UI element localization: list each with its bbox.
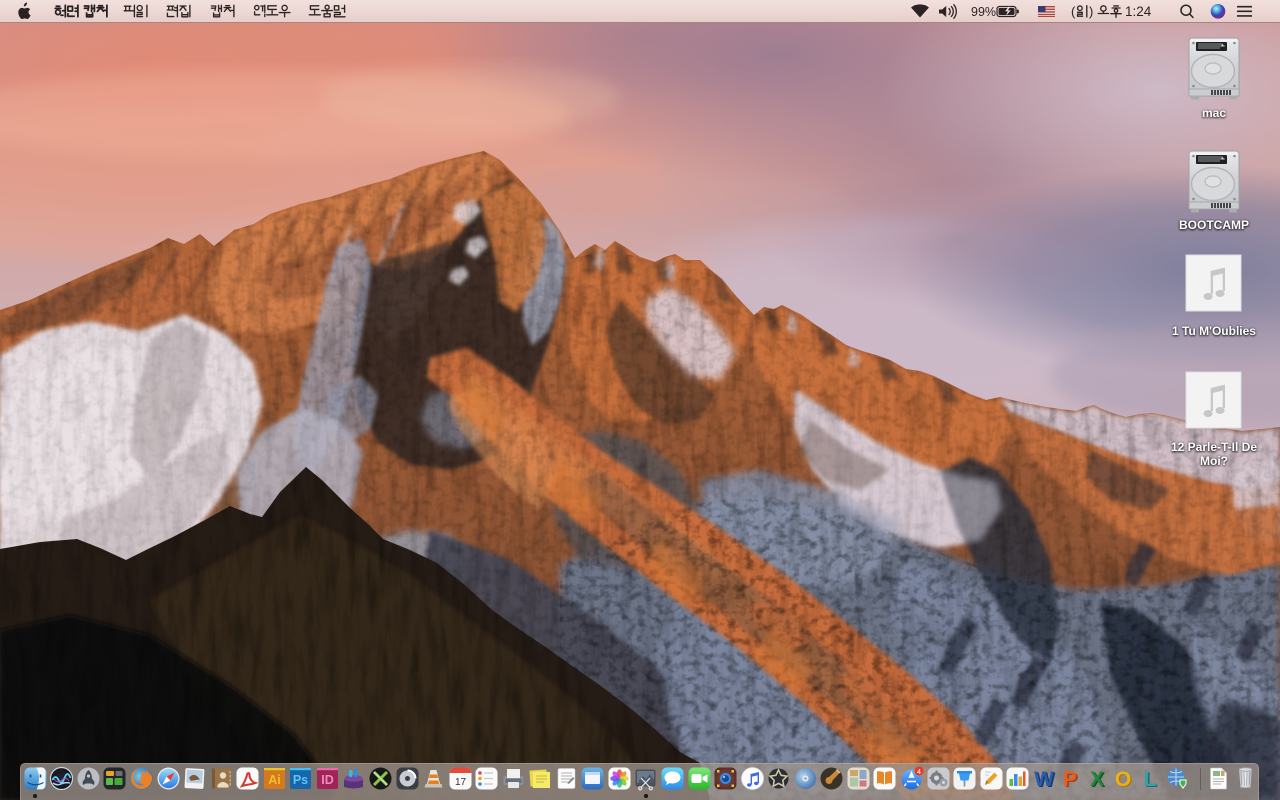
svg-text:O: O bbox=[1115, 768, 1131, 791]
svg-text:99%: 99% bbox=[971, 5, 996, 19]
svg-text:17: 17 bbox=[455, 777, 467, 788]
svg-text:X: X bbox=[1090, 768, 1104, 791]
svg-text:ID: ID bbox=[321, 773, 334, 787]
svg-text:4: 4 bbox=[917, 767, 921, 776]
svg-text:Ps: Ps bbox=[293, 773, 308, 787]
svg-text:L: L bbox=[1143, 768, 1156, 791]
svg-text:1:24: 1:24 bbox=[1125, 4, 1152, 19]
svg-text:Ai: Ai bbox=[268, 773, 281, 787]
svg-text:W: W bbox=[1034, 768, 1054, 791]
svg-text:P: P bbox=[1063, 768, 1077, 791]
svg-text:): ) bbox=[1089, 4, 1093, 19]
svg-text:(: ( bbox=[1071, 4, 1076, 19]
